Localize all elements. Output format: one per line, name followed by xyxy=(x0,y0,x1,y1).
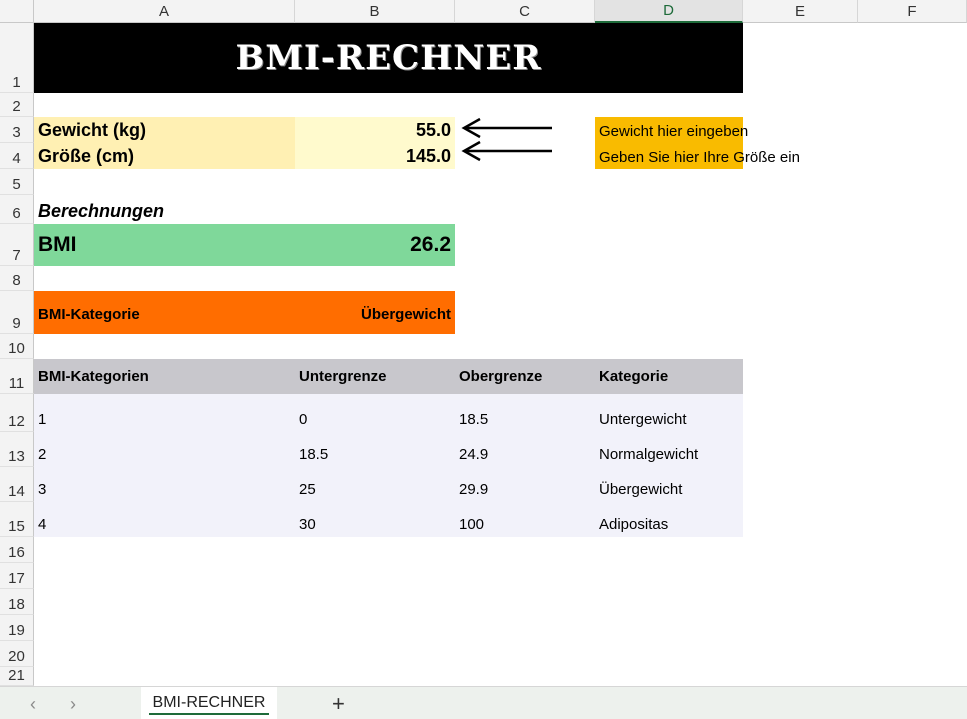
row-header-8[interactable]: 8 xyxy=(0,266,34,291)
column-header-a[interactable]: A xyxy=(34,0,295,23)
row-header-14[interactable]: 14 xyxy=(0,467,34,502)
row-header-21[interactable]: 21 xyxy=(0,667,34,686)
section-heading[interactable]: Berechnungen xyxy=(34,195,295,224)
row-header-2[interactable]: 2 xyxy=(0,93,34,117)
sheet-tab-bmi-rechner[interactable]: BMI-RECHNER xyxy=(141,687,277,719)
row-header-6[interactable]: 6 xyxy=(0,195,34,224)
row-header-1[interactable]: 1 xyxy=(0,23,34,93)
row-header-11[interactable]: 11 xyxy=(0,359,34,394)
height-hint-cell[interactable]: Geben Sie hier Ihre Größe ein xyxy=(595,144,967,170)
category-value-cell[interactable]: Übergewicht xyxy=(295,299,451,329)
arrow-left-icon xyxy=(461,140,552,162)
table-cell[interactable]: 18.5 xyxy=(455,404,595,434)
weight-label-cell[interactable]: Gewicht (kg) xyxy=(34,117,295,143)
select-all-corner[interactable] xyxy=(0,0,34,23)
table-cell[interactable]: Adipositas xyxy=(595,509,743,539)
sheet-tab-bar: ‹ › BMI-RECHNER + xyxy=(0,686,967,719)
chevron-right-icon[interactable]: › xyxy=(70,694,76,715)
row-header-20[interactable]: 20 xyxy=(0,641,34,667)
row-header-7[interactable]: 7 xyxy=(0,224,34,266)
row-header-19[interactable]: 19 xyxy=(0,615,34,641)
plus-icon[interactable]: + xyxy=(332,691,345,717)
table-cell[interactable]: 0 xyxy=(295,404,455,434)
bmi-value-cell[interactable]: 26.2 xyxy=(295,224,451,266)
table-header-cell[interactable]: Kategorie xyxy=(595,359,743,394)
table-cell[interactable]: Untergewicht xyxy=(595,404,743,434)
column-header-f[interactable]: F xyxy=(858,0,967,23)
column-header-b[interactable]: B xyxy=(295,0,455,23)
table-cell[interactable]: 100 xyxy=(455,509,595,539)
title-cell[interactable]: BMI-RECHNER xyxy=(34,23,743,93)
table-cell[interactable]: 30 xyxy=(295,509,455,539)
column-header-c[interactable]: C xyxy=(455,0,595,23)
row-header-12[interactable]: 12 xyxy=(0,394,34,432)
table-cell[interactable]: 29.9 xyxy=(455,474,595,504)
row-header-18[interactable]: 18 xyxy=(0,589,34,615)
row-header-13[interactable]: 13 xyxy=(0,432,34,467)
height-input-cell[interactable]: 145.0 xyxy=(295,143,455,169)
row-header-16[interactable]: 16 xyxy=(0,537,34,563)
table-cell[interactable]: 1 xyxy=(34,404,295,434)
table-header-cell[interactable]: Untergrenze xyxy=(295,359,455,394)
chevron-left-icon[interactable]: ‹ xyxy=(30,694,36,715)
row-header-15[interactable]: 15 xyxy=(0,502,34,537)
height-label-cell[interactable]: Größe (cm) xyxy=(34,143,295,169)
row-header-9[interactable]: 9 xyxy=(0,291,34,334)
row-header-3[interactable]: 3 xyxy=(0,117,34,143)
table-header-cell[interactable]: Obergrenze xyxy=(455,359,595,394)
table-cell[interactable]: Normalgewicht xyxy=(595,439,743,469)
row-header-4[interactable]: 4 xyxy=(0,143,34,169)
weight-input-cell[interactable]: 55.0 xyxy=(295,117,455,143)
table-cell[interactable]: 25 xyxy=(295,474,455,504)
table-cell[interactable]: Übergewicht xyxy=(595,474,743,504)
category-label-cell[interactable]: BMI-Kategorie xyxy=(38,299,288,329)
table-cell[interactable]: 3 xyxy=(34,474,295,504)
table-cell[interactable]: 4 xyxy=(34,509,295,539)
column-header-e[interactable]: E xyxy=(743,0,858,23)
active-tab-indicator xyxy=(149,713,269,715)
weight-hint-cell[interactable]: Gewicht hier eingeben xyxy=(595,118,967,144)
row-header-17[interactable]: 17 xyxy=(0,563,34,589)
table-header-cell[interactable]: BMI-Kategorien xyxy=(34,359,295,394)
sheet-tab-label: BMI-RECHNER xyxy=(152,694,266,711)
table-cell[interactable]: 2 xyxy=(34,439,295,469)
row-header-10[interactable]: 10 xyxy=(0,334,34,359)
table-cell[interactable]: 24.9 xyxy=(455,439,595,469)
table-cell[interactable]: 18.5 xyxy=(295,439,455,469)
column-header-d[interactable]: D xyxy=(595,0,743,23)
row-header-5[interactable]: 5 xyxy=(0,169,34,195)
bmi-label-cell[interactable]: BMI xyxy=(38,224,288,266)
